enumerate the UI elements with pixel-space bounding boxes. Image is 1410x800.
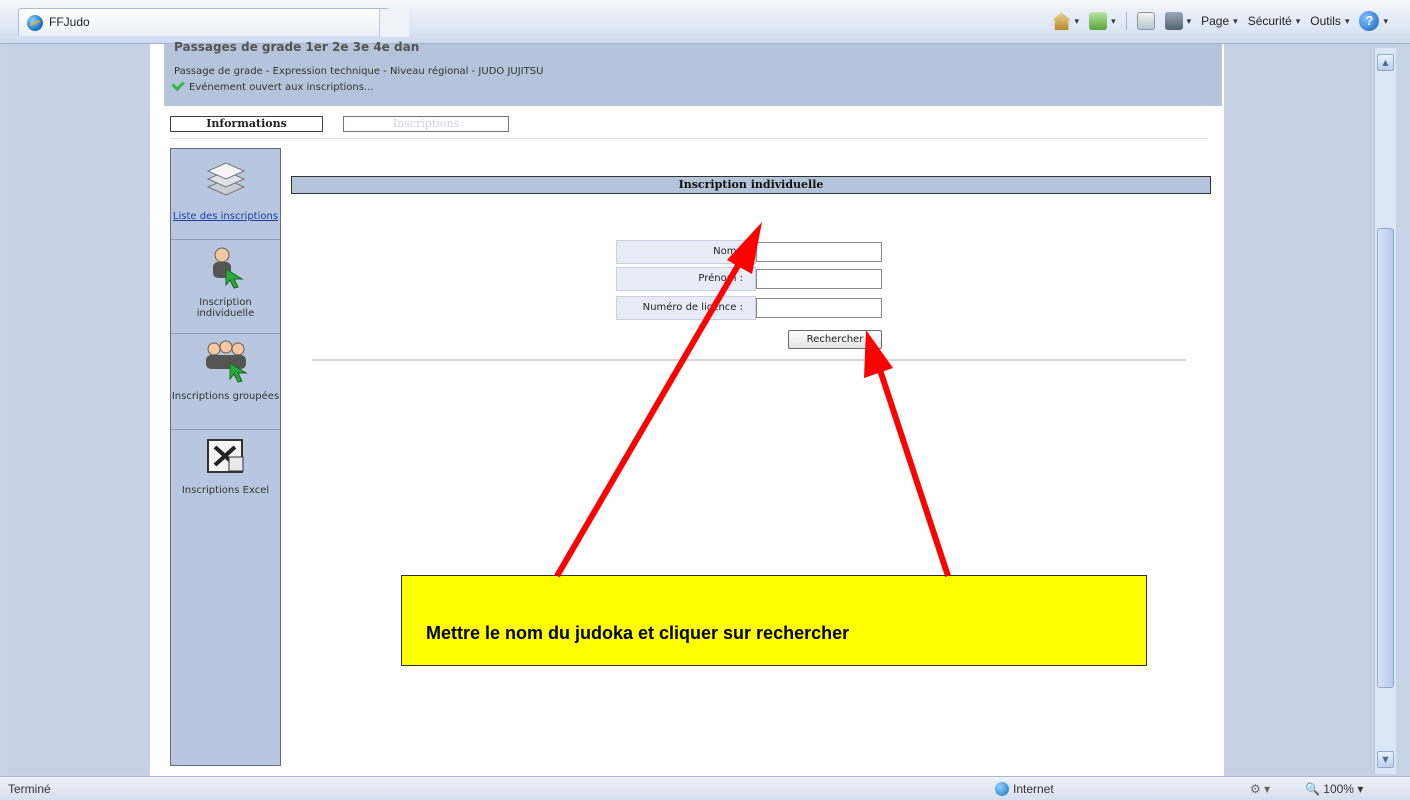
- event-description: Passage de grade - Expression technique …: [174, 66, 544, 77]
- zoom-level: 100%: [1323, 782, 1354, 796]
- browser-status-bar: Terminé Internet ⚙ ▾ 🔍 100% ▾: [0, 776, 1410, 800]
- tab-inscriptions[interactable]: Inscriptions: [343, 116, 509, 132]
- mail-icon: [1136, 12, 1155, 30]
- sidebar-item-liste-inscriptions[interactable]: Liste des inscriptions: [171, 157, 280, 237]
- new-tab-button[interactable]: [379, 9, 409, 37]
- licence-label: Numéro de licence :: [616, 296, 756, 320]
- form-row-nom: Nom :: [616, 240, 886, 264]
- printer-icon: [1164, 12, 1183, 30]
- licence-input[interactable]: [756, 298, 882, 318]
- zoom-icon: 🔍: [1305, 782, 1324, 796]
- scroll-down-icon[interactable]: ▼: [1377, 751, 1394, 768]
- help-icon: ?: [1359, 11, 1380, 31]
- home-icon: [1052, 12, 1071, 30]
- home-dropdown-icon[interactable]: ▾: [1075, 16, 1080, 27]
- chevron-down-icon: ▾: [1383, 15, 1388, 26]
- print-dropdown-icon[interactable]: ▾: [1187, 16, 1192, 27]
- prenom-label: Prénom :: [616, 267, 756, 291]
- checkmark-icon: [171, 77, 185, 92]
- security-menu[interactable]: Sécurité ▾: [1248, 14, 1301, 28]
- event-header: Passages de grade 1er 2e 3e 4e dan Passa…: [164, 40, 1222, 106]
- sidebar-item-label: Inscriptions Excel: [181, 485, 270, 496]
- event-title: Passages de grade 1er 2e 3e 4e dan: [174, 40, 420, 54]
- person-add-icon: [212, 247, 244, 289]
- results-divider: [312, 359, 1186, 361]
- status-text: Terminé: [8, 782, 51, 796]
- toolbar-separator: [1125, 12, 1127, 30]
- tools-menu[interactable]: Outils ▾: [1310, 14, 1349, 28]
- prenom-input[interactable]: [756, 269, 882, 289]
- print-button[interactable]: ▾: [1164, 12, 1192, 30]
- instruction-text: Mettre le nom du judoka et cliquer sur r…: [426, 623, 850, 643]
- chevron-down-icon: ▾: [1295, 15, 1301, 26]
- event-status-text: Evénement ouvert aux inscriptions...: [189, 82, 374, 93]
- search-button[interactable]: Rechercher: [788, 330, 882, 349]
- sidebar-item-inscriptions-groupees[interactable]: Inscriptions groupées: [171, 337, 280, 425]
- chevron-down-icon: ▾: [1344, 15, 1350, 26]
- event-status: Evénement ouvert aux inscriptions...: [171, 77, 374, 93]
- ie-favicon-icon: [27, 15, 43, 31]
- form-row-licence: Numéro de licence :: [616, 296, 886, 320]
- sidebar-divider: [171, 429, 280, 430]
- group-add-icon: [205, 340, 248, 383]
- tools-menu-label: Outils: [1310, 14, 1341, 28]
- sidebar-divider: [171, 239, 280, 240]
- form-row-prenom: Prénom :: [616, 267, 886, 291]
- sidebar-item-label[interactable]: Liste des inscriptions: [171, 211, 280, 222]
- page-menu-label: Page: [1201, 14, 1230, 28]
- scroll-up-icon[interactable]: ▲: [1377, 54, 1394, 71]
- command-bar: ▾ ▾ ▾ Page ▾ Sécurité ▾ Outils ▾ ? ▾: [1052, 8, 1388, 34]
- vertical-scrollbar[interactable]: ▲ ▼: [1374, 48, 1396, 774]
- browser-tab[interactable]: FFJudo: [18, 8, 409, 37]
- zone-label: Internet: [1013, 782, 1054, 796]
- browser-toolbar: FFJudo ▾ ▾ ▾ Page ▾ Sécurité ▾ Outils ▾ ? ▾: [0, 0, 1410, 44]
- page-menu[interactable]: Page ▾: [1201, 14, 1238, 28]
- help-menu[interactable]: ? ▾: [1359, 11, 1388, 31]
- registration-sidebar: Liste des inscriptions Inscription indiv…: [170, 148, 281, 766]
- sidebar-divider: [171, 333, 280, 334]
- feeds-button[interactable]: ▾: [1089, 12, 1116, 30]
- tabs-divider: [170, 138, 1208, 139]
- rss-feed-icon: [1089, 12, 1108, 30]
- nom-label: Nom :: [616, 240, 756, 264]
- sidebar-item-inscription-individuelle[interactable]: Inscription individuelle: [171, 243, 280, 331]
- sidebar-item-label: Inscriptions groupées: [171, 391, 280, 402]
- sidebar-item-inscriptions-excel[interactable]: Inscriptions Excel: [171, 437, 280, 537]
- globe-icon: [995, 782, 1009, 796]
- instruction-callout: Mettre le nom du judoka et cliquer sur r…: [401, 575, 1147, 666]
- security-menu-label: Sécurité: [1247, 14, 1292, 28]
- chevron-down-icon: ▾: [1233, 15, 1238, 26]
- excel-icon: [206, 439, 243, 473]
- document-stack-icon: [206, 162, 245, 196]
- browser-tab-title: FFJudo: [49, 15, 90, 29]
- sidebar-item-label: Inscription individuelle: [196, 297, 255, 319]
- nom-input[interactable]: [756, 242, 882, 262]
- section-title: Inscription individuelle: [291, 176, 1211, 194]
- zoom-control[interactable]: 🔍 100% ▾: [1305, 782, 1363, 796]
- web-page: Passages de grade 1er 2e 3e 4e dan Passa…: [150, 40, 1224, 776]
- home-button[interactable]: ▾: [1052, 12, 1080, 30]
- scrollbar-thumb[interactable]: [1377, 228, 1394, 688]
- mail-button[interactable]: [1136, 12, 1155, 30]
- tab-informations[interactable]: Informations: [170, 116, 323, 132]
- protected-mode-icon[interactable]: ⚙ ▾: [1250, 782, 1270, 796]
- feeds-dropdown-icon[interactable]: ▾: [1111, 16, 1116, 27]
- security-zone[interactable]: Internet: [995, 782, 1054, 796]
